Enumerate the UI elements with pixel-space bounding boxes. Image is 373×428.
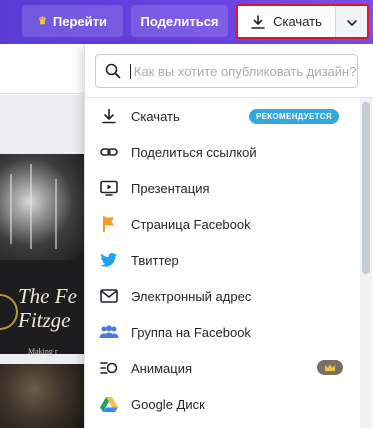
twitter-icon: [85, 252, 131, 268]
option-animation-label: Анимация: [131, 360, 193, 376]
option-facebook-group-label: Группа на Facebook: [131, 324, 251, 340]
go-button-label: Перейти: [52, 13, 108, 29]
download-icon: [85, 108, 131, 124]
publish-options-list: Скачать РЕКОМЕНДУЕТСЯ Поделиться ссылкой…: [85, 98, 357, 422]
option-facebook-page-label: Страница Facebook: [131, 216, 251, 232]
design-title-line1: The Fe: [18, 284, 77, 308]
design-photo-bottom: [0, 364, 84, 428]
crown-icon: ♛: [37, 15, 47, 27]
search-icon: [96, 63, 130, 79]
option-presentation[interactable]: Презентация: [85, 170, 357, 206]
option-twitter[interactable]: Твиттер: [85, 242, 357, 278]
design-title: The Fe Fitzge: [18, 284, 84, 332]
group-icon: [85, 325, 131, 339]
option-share-link[interactable]: Поделиться ссылкой: [85, 134, 357, 170]
dropdown-scrollbar[interactable]: [360, 98, 372, 428]
scrollbar-thumb[interactable]: [362, 102, 370, 274]
option-download-label: Скачать: [131, 108, 180, 124]
publish-dropdown: Скачать РЕКОМЕНДУЕТСЯ Поделиться ссылкой…: [84, 44, 373, 428]
download-button-label: Скачать: [273, 14, 322, 29]
recommended-badge: РЕКОМЕНДУЕТСЯ: [249, 109, 339, 124]
email-icon: [85, 289, 131, 303]
option-facebook-page[interactable]: Страница Facebook: [85, 206, 357, 242]
design-photo-top: [0, 154, 84, 260]
google-drive-icon: [85, 396, 131, 412]
design-preview[interactable]: The Fe Fitzge Making r: [0, 154, 84, 428]
option-email-label: Электронный адрес: [131, 288, 252, 304]
option-twitter-label: Твиттер: [131, 252, 179, 268]
option-google-drive[interactable]: Google Диск: [85, 386, 357, 422]
option-share-link-label: Поделиться ссылкой: [131, 144, 257, 160]
link-icon: [85, 146, 131, 158]
option-animation[interactable]: Анимация: [85, 350, 357, 386]
option-google-drive-label: Google Диск: [131, 396, 205, 412]
download-button-group: Скачать: [236, 4, 369, 39]
top-toolbar: ♛ Перейти Поделиться Скачать: [0, 0, 373, 44]
option-facebook-group[interactable]: Группа на Facebook: [85, 314, 357, 350]
publish-search-input[interactable]: [129, 63, 357, 79]
option-download[interactable]: Скачать РЕКОМЕНДУЕТСЯ: [85, 98, 357, 134]
option-email[interactable]: Электронный адрес: [85, 278, 357, 314]
option-presentation-label: Презентация: [131, 180, 210, 196]
share-button-label: Поделиться: [140, 13, 219, 29]
premium-crown-badge: [317, 360, 343, 375]
download-icon: [251, 14, 265, 29]
design-subtitle: Making r: [28, 347, 58, 356]
share-button[interactable]: Поделиться: [131, 5, 228, 37]
download-dropdown-toggle[interactable]: [335, 6, 367, 37]
crown-icon: [325, 364, 335, 371]
animation-icon: [85, 361, 131, 375]
download-button[interactable]: Скачать: [238, 6, 335, 37]
publish-search: [95, 54, 358, 88]
chevron-down-icon: [346, 13, 357, 31]
go-button[interactable]: ♛ Перейти: [22, 5, 123, 37]
flag-icon: [85, 216, 131, 232]
design-title-line2: Fitzge: [18, 308, 71, 332]
presentation-icon: [85, 180, 131, 196]
